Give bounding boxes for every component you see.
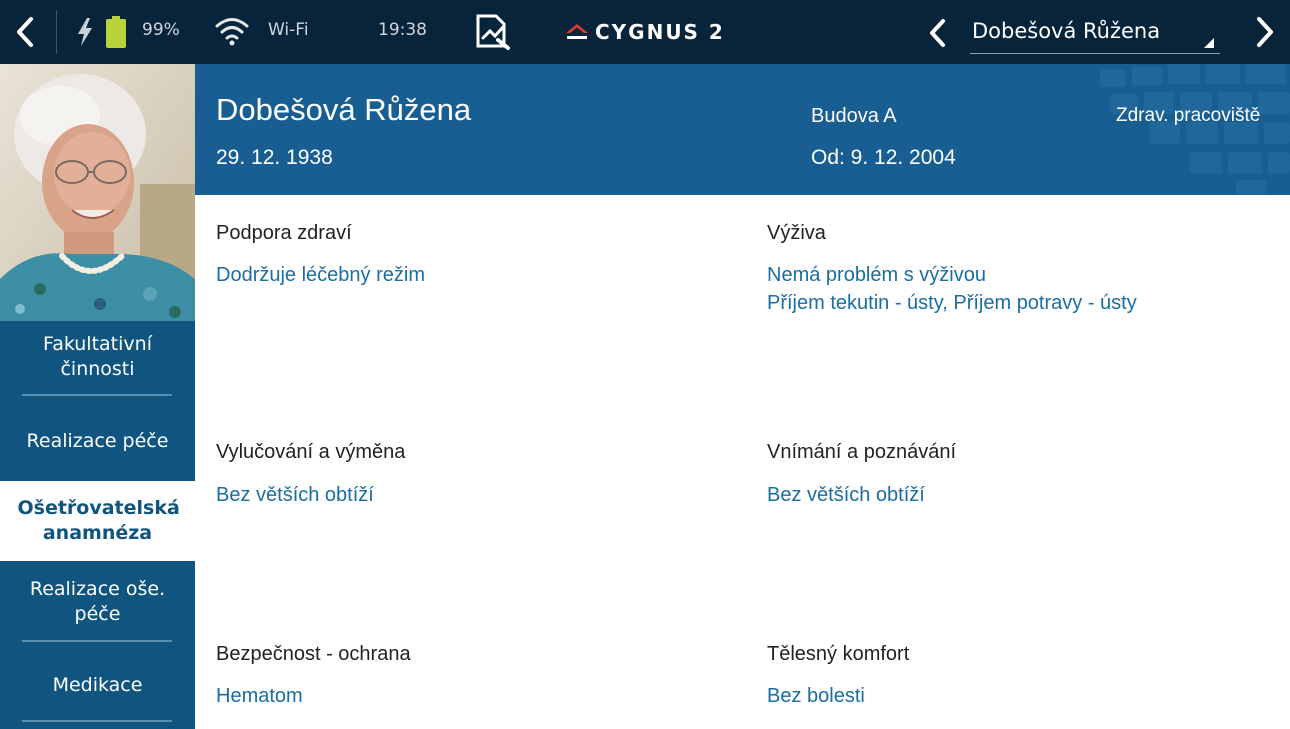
sidebar: Fakultativní činnosti Realizace péče Oše… [0, 64, 195, 729]
battery-percent: 99% [142, 20, 180, 40]
sidebar-divider [22, 394, 172, 396]
section-value-vyziva-1: Nemá problém s výživou [767, 264, 986, 286]
workplace: Zdrav. pracoviště [1116, 105, 1261, 126]
sidebar-item-label: Realizace oše. péče [29, 577, 166, 625]
section-title-bezpecnost-ochrana: Bezpečnost - ochrana [216, 643, 411, 665]
signature-icon[interactable] [474, 14, 514, 50]
sidebar-item-label: Ošetřovatelská anamnéza [17, 497, 180, 544]
section-value-telesny-komfort: Bez bolesti [767, 685, 865, 707]
previous-patient-icon[interactable] [928, 18, 948, 48]
sidebar-item-realizace-ose-pece[interactable]: Realizace oše. péče [0, 564, 195, 639]
section-value-vylucovani-a-vymena: Bez větších obtíží [216, 484, 374, 506]
section-title-telesny-komfort: Tělesný komfort [767, 643, 910, 665]
clock: 19:38 [378, 20, 427, 40]
sidebar-divider [22, 720, 172, 722]
section-value-podpora-zdravi: Dodržuje léčebný režim [216, 264, 425, 286]
charging-bolt-icon [78, 18, 92, 46]
patient-photo [0, 64, 195, 321]
sidebar-item-medikace[interactable]: Medikace [0, 650, 195, 720]
patient-date-of-birth: 29. 12. 1938 [216, 146, 333, 169]
sidebar-item-label: Fakultativní činnosti [43, 333, 152, 380]
cygnus-logo: CYGNUS 2 [565, 18, 725, 46]
status-divider [56, 10, 57, 54]
sidebar-item-fakultativni-cinnosti[interactable]: Fakultativní činnosti [0, 321, 195, 393]
patient-selector-value: Dobešová Růžena [972, 19, 1161, 43]
wifi-icon [215, 18, 249, 46]
header-pattern [1100, 64, 1290, 195]
patient-header: Dobešová Růžena 29. 12. 1938 Budova A Od… [195, 64, 1290, 195]
wifi-label: Wi-Fi [268, 20, 309, 40]
cygnus-logo-icon [566, 24, 588, 39]
patient-name: Dobešová Růžena [216, 92, 472, 127]
section-title-podpora-zdravi: Podpora zdraví [216, 222, 352, 244]
sidebar-item-realizace-pece[interactable]: Realizace péče [0, 404, 195, 478]
section-title-vyziva: Výživa [767, 222, 826, 244]
status-bar: 99% Wi-Fi 19:38 CYGNUS 2 Dobešová Růžena [0, 0, 1290, 64]
sidebar-divider [22, 640, 172, 642]
back-arrow-icon[interactable] [14, 16, 36, 48]
section-title-vnimani-a-poznavani: Vnímání a poznávání [767, 441, 957, 463]
section-value-vnimani-a-poznavani: Bez větších obtíží [767, 484, 925, 506]
battery-icon [106, 16, 126, 48]
section-value-vyziva-2: Příjem tekutin - ústy, Příjem potravy - … [767, 292, 1137, 314]
admission-date: Od: 9. 12. 2004 [811, 146, 956, 169]
sidebar-item-label: Realizace péče [26, 429, 169, 452]
next-patient-icon[interactable] [1254, 16, 1276, 48]
section-title-vylucovani-a-vymena: Vylučování a výměna [216, 441, 406, 463]
dropdown-triangle-icon [1204, 38, 1214, 48]
section-value-bezpecnost-ochrana: Hematom [216, 685, 303, 707]
sidebar-item-osetrovatelska-anamneza[interactable]: Ošetřovatelská anamnéza [0, 481, 195, 561]
sidebar-item-label: Medikace [52, 673, 143, 696]
building: Budova A [811, 105, 897, 127]
patient-selector[interactable]: Dobešová Růžena [970, 12, 1220, 54]
logo-text: CYGNUS 2 [595, 20, 725, 44]
